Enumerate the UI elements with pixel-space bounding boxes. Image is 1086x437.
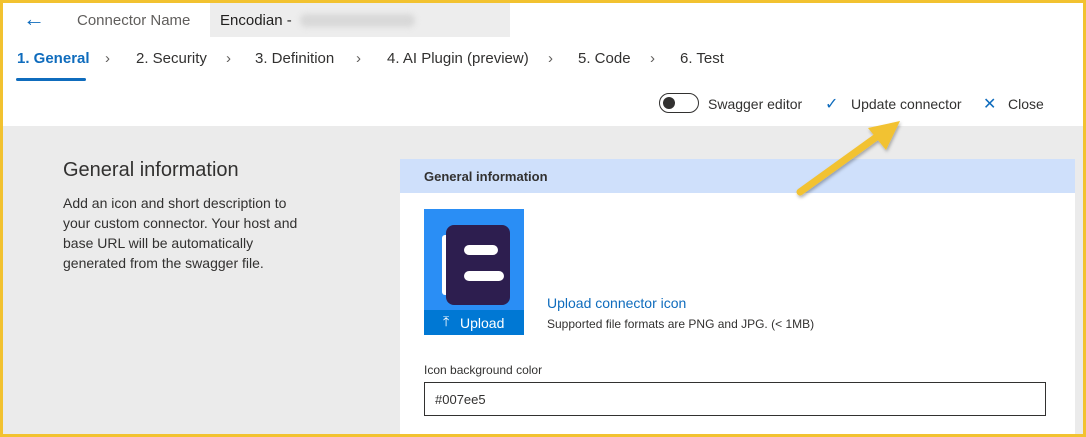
connector-name-field[interactable]: Encodian - [210,3,510,37]
checkmark-icon: ✓ [825,96,839,113]
icon-background-color-input[interactable] [424,382,1046,416]
general-info-card: General information ⤒ Upload Upload conn… [400,159,1075,434]
redacted-name [300,14,415,27]
active-step-indicator [16,78,86,81]
upload-arrow-icon: ⤒ [443,313,450,329]
section-title: General information [63,159,239,181]
section-description: Add an icon and short description to you… [63,195,298,271]
step-general[interactable]: 1. General [17,50,90,67]
step-definition[interactable]: 3. Definition [255,50,334,67]
step-security[interactable]: 2. Security [136,50,207,67]
connector-name-label: Connector Name [77,12,191,29]
step-code[interactable]: 5. Code [578,50,631,67]
update-connector-label: Update connector [851,96,962,112]
supported-formats-text: Supported file formats are PNG and JPG. … [547,317,815,331]
chevron-right-icon: › [356,50,361,67]
chevron-right-icon: › [548,50,553,67]
icon-background-color-label: Icon background color [424,363,543,377]
connector-icon-preview[interactable]: ⤒ Upload [424,209,524,335]
card-header-title: General information [424,169,548,184]
step-test[interactable]: 6. Test [680,50,724,67]
close-label: Close [1008,96,1044,112]
connector-name-value: Encodian - [220,12,292,29]
swagger-editor-label: Swagger editor [708,96,803,112]
encodian-logo-icon [442,225,510,305]
chevron-right-icon: › [105,50,110,67]
chevron-right-icon: › [226,50,231,67]
swagger-editor-toggle[interactable] [659,93,699,113]
main-content: General information Add an icon and shor… [3,126,1083,434]
title-bar: ← Connector Name Encodian - [3,3,1083,37]
toggle-knob [663,97,675,109]
back-arrow-icon[interactable]: ← [23,7,51,33]
step-ai-plugin[interactable]: 4. AI Plugin (preview) [387,50,529,67]
upload-label: Upload [460,315,505,331]
upload-icon-button[interactable]: ⤒ Upload [424,310,524,335]
upload-connector-icon-link[interactable]: Upload connector icon [547,295,686,311]
card-header: General information [400,159,1075,193]
close-icon: ✕ [983,96,997,113]
wizard-steps: 1. General › 2. Security › 3. Definition… [3,40,1083,81]
chevron-right-icon: › [650,50,655,67]
action-bar: Swagger editor ✓ Update connector ✕ Clos… [3,88,1083,124]
